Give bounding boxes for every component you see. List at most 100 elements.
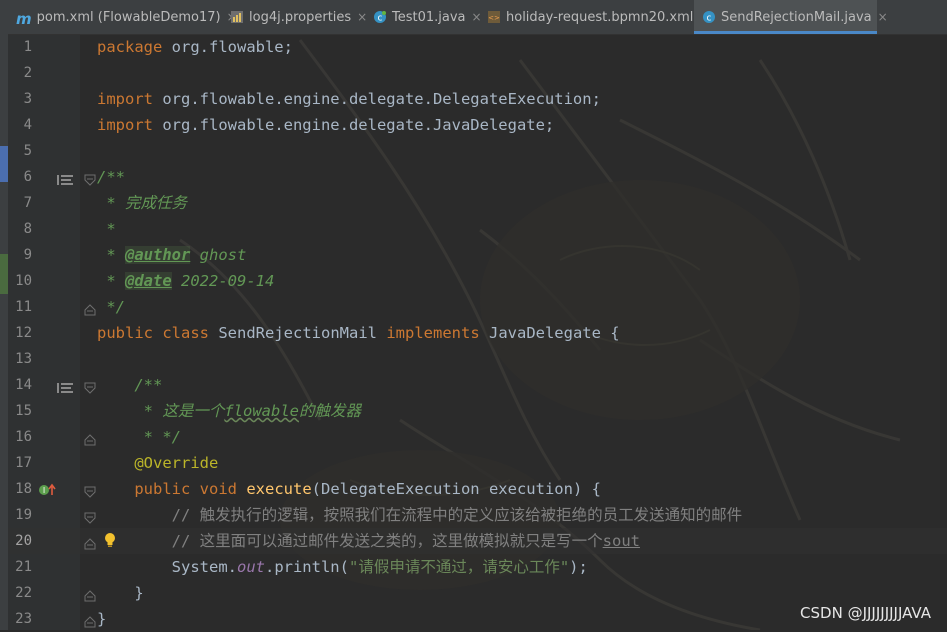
code-line-22[interactable]: 22 } <box>0 580 947 606</box>
code-line-11[interactable]: 11 */ <box>0 294 947 320</box>
code-line-5[interactable]: 5 <box>0 138 947 164</box>
code-text: } <box>97 580 143 606</box>
tab-test01-java[interactable]: c Test01.java × <box>373 0 482 34</box>
code-line-19[interactable]: 19 // 触发执行的逻辑，按照我们在流程中的定义应该给被拒绝的员工发送通知的邮… <box>0 502 947 528</box>
code-text: /** <box>97 372 162 398</box>
code-text: } <box>97 606 106 632</box>
code-line-21[interactable]: 21 System.out.println("请假申请不通过，请安心工作"); <box>0 554 947 580</box>
code-line-20[interactable]: 20 // 这里面可以通过邮件发送之类的，这里做模拟就只是写一个sout <box>0 528 947 554</box>
method-name: execute <box>246 480 312 498</box>
code-line-10[interactable]: 10 * @date 2022-09-14 <box>0 268 947 294</box>
doc-comment: */ <box>97 298 125 316</box>
svg-text:I: I <box>43 486 45 495</box>
tab-holiday-request-bpmn[interactable]: <> holiday-request.bpmn20.xml × <box>487 0 709 34</box>
code-line-4[interactable]: 4 import org.flowable.engine.delegate.Ja… <box>0 112 947 138</box>
doc-comment: * <box>97 246 125 264</box>
fold-icon[interactable] <box>84 483 96 502</box>
maven-glyph: m <box>16 10 32 28</box>
strip-marker[interactable] <box>0 146 8 182</box>
fold-end-icon[interactable] <box>84 301 96 320</box>
fold-end-icon[interactable] <box>84 431 96 450</box>
static-field: out <box>236 558 265 576</box>
code-text: * @date 2022-09-14 <box>97 268 274 294</box>
code-text: // 触发执行的逻辑，按照我们在流程中的定义应该给被拒绝的员工发送通知的邮件 <box>97 502 743 528</box>
doc-comment: * */ <box>97 428 181 446</box>
code-line-12[interactable]: 12 public class SendRejectionMail implem… <box>0 320 947 346</box>
doc-comment: * 完成任务 <box>97 194 187 212</box>
tab-sendrejectionmail-java[interactable]: c SendRejectionMail.java × <box>694 0 888 34</box>
svg-text:<>: <> <box>488 14 500 22</box>
code-line-8[interactable]: 8 * <box>0 216 947 242</box>
line-number: 9 <box>23 247 32 263</box>
javadoc-tag: @date <box>125 272 172 290</box>
close-icon[interactable]: × <box>878 10 888 24</box>
code-line-17[interactable]: 17 @Override <box>0 450 947 476</box>
code-line-6[interactable]: 6 /** <box>0 164 947 190</box>
strip-marker[interactable] <box>0 254 8 294</box>
doc-comment: * 这是一个 <box>97 402 225 420</box>
fold-icon[interactable] <box>84 379 96 398</box>
doc-comment-render-icon[interactable] <box>57 171 73 190</box>
code-text: public class SendRejectionMail implement… <box>97 320 620 346</box>
code-text: * @author ghost <box>97 242 246 268</box>
spelling-typo: flowable <box>224 402 299 420</box>
fold-end-icon[interactable] <box>84 587 96 606</box>
code-line-16[interactable]: 16 * */ <box>0 424 947 450</box>
tab-label: holiday-request.bpmn20.xml <box>506 9 694 25</box>
fold-end-icon[interactable] <box>84 613 96 632</box>
code-text: package org.flowable; <box>97 34 293 60</box>
code-token: (DelegateExecution execution) { <box>311 480 601 498</box>
line-number: 18 <box>15 481 32 497</box>
doc-comment-render-icon[interactable] <box>57 379 73 398</box>
line-number: 4 <box>23 117 32 133</box>
keyword: import <box>97 116 153 134</box>
doc-comment: 的触发器 <box>298 402 361 420</box>
doc-comment: ghost <box>190 246 247 264</box>
doc-comment: * <box>97 220 116 238</box>
annotation: @Override <box>134 454 219 472</box>
code-text: * 这是一个flowable的触发器 <box>97 398 361 424</box>
implements-method-icon[interactable]: I <box>38 482 56 501</box>
keyword: public <box>97 324 153 342</box>
maven-icon: m <box>16 10 32 28</box>
code-line-3[interactable]: 3 import org.flowable.engine.delegate.De… <box>0 86 947 112</box>
code-line-7[interactable]: 7 * 完成任务 <box>0 190 947 216</box>
left-tool-strip <box>0 34 8 630</box>
close-icon[interactable]: × <box>357 10 367 24</box>
keyword: implements <box>386 324 480 342</box>
fold-icon[interactable] <box>84 509 96 528</box>
tab-label: Test01.java <box>392 9 466 25</box>
code-line-18[interactable]: 18 I public void execute(DelegateExecuti… <box>0 476 947 502</box>
tab-label: log4j.properties <box>249 9 352 25</box>
javadoc-tag: @author <box>125 246 191 264</box>
code-line-15[interactable]: 15 * 这是一个flowable的触发器 <box>0 398 947 424</box>
code-line-9[interactable]: 9 * @author ghost <box>0 242 947 268</box>
tab-log4j-properties[interactable]: log4j.properties × <box>230 0 367 34</box>
watermark: CSDN @JJJJJJJJJAVA <box>800 604 931 622</box>
code-line-1[interactable]: 1 package org.flowable; <box>0 34 947 60</box>
tab-pom-xml[interactable]: m pom.xml (FlowableDemo17) × <box>16 0 237 34</box>
svg-text:c: c <box>378 14 383 24</box>
line-number: 13 <box>15 351 32 367</box>
fold-icon[interactable] <box>84 171 96 190</box>
code-text: @Override <box>97 450 218 476</box>
line-number: 15 <box>15 403 32 419</box>
code-text: public void execute(DelegateExecution ex… <box>97 476 601 502</box>
code-token: JavaDelegate { <box>479 324 620 342</box>
fold-end-icon[interactable] <box>84 535 96 554</box>
properties-file-icon <box>230 10 244 24</box>
doc-comment: * <box>97 272 125 290</box>
code-line-14[interactable]: 14 /** <box>0 372 947 398</box>
keyword: public <box>134 480 191 498</box>
code-text: * */ <box>97 424 181 450</box>
code-line-13[interactable]: 13 <box>0 346 947 372</box>
keyword: class <box>162 324 210 342</box>
code-line-2[interactable]: 2 <box>0 60 947 86</box>
line-number: 6 <box>23 169 32 185</box>
line-comment: // 触发执行的逻辑，按照我们在流程中的定义应该给被拒绝的员工发送通知的邮件 <box>97 506 743 524</box>
close-icon[interactable]: × <box>472 10 482 24</box>
line-number: 20 <box>15 533 32 549</box>
xml-file-icon: <> <box>487 10 501 24</box>
